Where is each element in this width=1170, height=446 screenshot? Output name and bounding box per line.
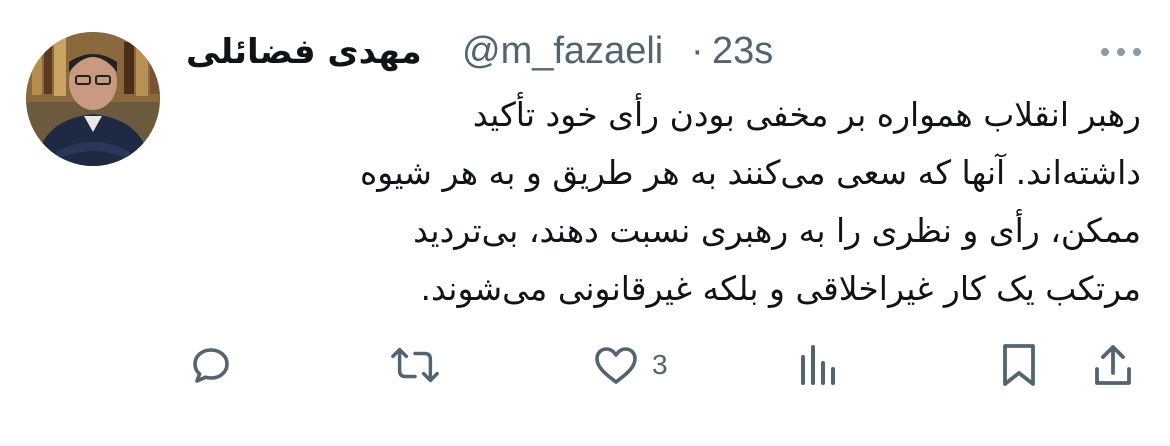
retweet-button[interactable] [390,340,440,390]
tweet-text-line: رهبر انقلاب همواره بر مخفی بودن رأی خود … [472,95,1141,134]
avatar[interactable] [26,32,160,166]
like-button[interactable]: 3 [592,340,668,390]
action-bar: 3 [0,330,1170,400]
share-icon [1095,345,1131,385]
like-count: 3 [652,349,668,380]
more-horizontal-icon[interactable] [1096,42,1146,62]
views-button[interactable] [796,340,838,390]
tweet-text-line: داشته‌اند. آنها که سعی می‌کنند به هر طری… [360,153,1141,192]
retweet-icon [391,347,439,383]
bookmark-icon [1003,344,1035,386]
heart-icon [595,347,637,384]
author-name[interactable]: مهدی فضائلی [186,32,422,72]
tweet-text-line: ممکن، رأی و نظری را به رهبری نسبت دهند، … [413,211,1141,250]
tweet-text-line: مرتکب یک کار غیراخلاقی و بلکه غیرقانونی … [420,269,1141,308]
bookmark-button[interactable] [998,340,1040,390]
tweet-text: رهبر انقلاب همواره بر مخفی بودن رأی خود … [186,86,1141,318]
author-handle[interactable]: @m_fazaeli [462,30,663,73]
timestamp[interactable]: 23s [712,30,773,73]
tweet-header: مهدی فضائلی @m_fazaeli · 23s [186,26,1146,84]
share-button[interactable] [1090,340,1136,390]
views-icon [801,345,835,385]
tweet-card[interactable]: مهدی فضائلی @m_fazaeli · 23s رهبر انقلاب… [0,0,1170,446]
reply-icon [193,348,229,383]
separator-dot: · [691,30,704,72]
reply-button[interactable] [187,340,235,390]
avatar-image [26,32,160,166]
